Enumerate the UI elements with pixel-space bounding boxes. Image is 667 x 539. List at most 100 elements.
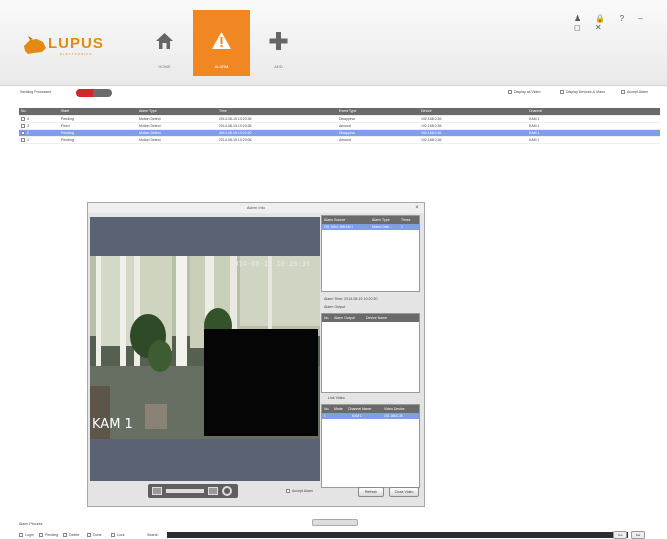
record-icon[interactable] bbox=[208, 487, 218, 495]
cell-event-type: Disappear bbox=[339, 117, 355, 121]
dialog-title: Alarm Info bbox=[88, 203, 424, 213]
alarm-time-label: Alarm Time: 2014-08-15 10:20:20 bbox=[324, 297, 378, 301]
cell-no: 4 bbox=[27, 117, 29, 121]
cell-device: 192.168.0.36 bbox=[384, 414, 403, 418]
window-controls[interactable]: ♟ 🔒 ? – ◻ ✕ bbox=[574, 14, 662, 32]
display-all-video-option[interactable]: Display all Video bbox=[508, 90, 541, 95]
cell-event-type: Amount bbox=[339, 138, 352, 142]
option-label: Pending bbox=[45, 533, 59, 537]
playback-controls bbox=[148, 484, 238, 498]
col-header: No. bbox=[21, 109, 27, 113]
cell-alarm-type: Motion Detect bbox=[139, 138, 161, 142]
logo-text: LUPUS bbox=[48, 35, 104, 52]
nav-home[interactable]: HOME bbox=[136, 10, 193, 76]
cell-alarm-type: Motion Detect bbox=[139, 117, 161, 121]
search-field[interactable] bbox=[167, 532, 628, 538]
link-video-row[interactable]: 1 KAM 1 192.168.0.36 bbox=[322, 413, 419, 419]
cell-no: 2 bbox=[27, 131, 29, 135]
add-icon bbox=[269, 32, 288, 50]
cell-state: Pending bbox=[61, 117, 74, 121]
display-devices-video-option[interactable]: Display Devices & Video bbox=[560, 90, 605, 95]
home-icon bbox=[156, 33, 173, 49]
accept-alarm-label: Accept Alarm bbox=[627, 90, 649, 94]
col-header: Alarm Source bbox=[324, 218, 346, 222]
option-login[interactable]: Login bbox=[19, 533, 34, 538]
nav-alarm[interactable]: ALARM bbox=[193, 10, 250, 76]
cell-time: 2014-08-15 10:20:06 bbox=[219, 138, 252, 142]
nav-add[interactable]: ADD bbox=[250, 10, 307, 76]
col-header: State bbox=[61, 109, 70, 113]
table-row[interactable]: 3 Fixed Motion Detect 2014-08-15 10:20:2… bbox=[19, 123, 660, 130]
snapshot-icon[interactable] bbox=[152, 487, 162, 495]
option-label: Delete bbox=[69, 533, 80, 537]
cell-alarm-type: Motion Detect bbox=[139, 131, 161, 135]
option-delete[interactable]: Delete bbox=[63, 533, 80, 538]
cell-channel: KAM 1 bbox=[529, 117, 540, 121]
cell-no: 1 bbox=[324, 414, 326, 418]
col-header: Channel Name bbox=[348, 407, 372, 411]
accept-alarm-option[interactable]: Accept Alarm bbox=[621, 90, 649, 95]
cell-no: 3 bbox=[27, 124, 29, 128]
table-row[interactable]: 1 Pending Motion Detect 2014-08-15 10:20… bbox=[19, 137, 660, 144]
alarm-icon bbox=[212, 32, 231, 49]
alarm-source-panel: Alarm Source Alarm Type Times 192.168.0.… bbox=[321, 215, 420, 292]
alarm-table: No. State Alarm Type Time Event Type Dev… bbox=[19, 108, 660, 144]
cell-alarm-type: Motion Detect bbox=[139, 124, 161, 128]
nav-alarm-label: ALARM bbox=[214, 64, 229, 69]
col-header: Times bbox=[401, 218, 411, 222]
alarm-source-header: Alarm Source Alarm Type Times bbox=[322, 216, 419, 224]
col-header: Device bbox=[421, 109, 432, 113]
refresh-button[interactable]: Refresh bbox=[358, 487, 384, 497]
cell-no: 1 bbox=[27, 138, 29, 142]
logo-subtext: ELECTRONICS bbox=[60, 52, 93, 56]
option-pending[interactable]: Pending bbox=[39, 533, 59, 538]
col-header: Video Device bbox=[384, 407, 405, 411]
option-label: Login bbox=[25, 533, 34, 537]
accept-alarm-dialog-label: Accept Alarm bbox=[292, 489, 314, 493]
link-video-panel: No. Mode Channel Name Video Device 1 KAM… bbox=[321, 404, 420, 488]
option-lock[interactable]: Lock bbox=[111, 533, 125, 538]
col-header: Channel bbox=[529, 109, 543, 113]
option-label: Done bbox=[93, 533, 102, 537]
col-header: No. bbox=[324, 407, 330, 411]
cell-state: Pending bbox=[61, 131, 74, 135]
checkbox[interactable] bbox=[286, 489, 290, 494]
col-header: No. bbox=[324, 316, 330, 320]
option-done[interactable]: Done bbox=[87, 533, 102, 538]
alarm-toolbar: Sending Processed Display all Video Disp… bbox=[20, 89, 660, 102]
accept-alarm-dialog-option[interactable]: Accept Alarm bbox=[286, 489, 314, 494]
alarm-info-dialog: Alarm Info × 2014-08-15 10:20:39 KAM 1 A… bbox=[87, 202, 425, 507]
table-row-selected[interactable]: 2 Pending Motion Detect 2014-08-15 10:20… bbox=[19, 130, 660, 137]
cell-times: 1 bbox=[401, 225, 403, 229]
alarm-output-label: Alarm Output bbox=[324, 305, 346, 309]
sending-processed-label: Sending Processed bbox=[20, 90, 52, 94]
col-header: Device Name bbox=[366, 316, 388, 320]
cell-device: 192.168.0.36 bbox=[421, 138, 442, 142]
cell-device: 192.168.0.36 bbox=[421, 131, 442, 135]
lupus-logo: LUPUS ELECTRONICS bbox=[22, 34, 122, 58]
cell-channel: KAM 1 bbox=[529, 131, 540, 135]
alarm-output-panel: No. Alarm Output Device Name bbox=[321, 313, 420, 393]
osd-timestamp: 2014-08-15 10:20:39 bbox=[230, 260, 311, 268]
col-header: Time bbox=[219, 109, 227, 113]
display-all-video-label: Display all Video bbox=[514, 90, 541, 94]
privacy-mask bbox=[204, 329, 318, 436]
cell-event-type: Amount bbox=[339, 124, 352, 128]
sending-toggle[interactable] bbox=[76, 89, 112, 97]
close-video-button[interactable]: Close Video bbox=[389, 487, 419, 497]
cell-event-type: Disappear bbox=[339, 131, 355, 135]
checkbox[interactable] bbox=[560, 90, 564, 95]
checkbox[interactable] bbox=[508, 90, 512, 95]
col-header: Alarm Type bbox=[139, 109, 157, 113]
table-row[interactable]: 4 Pending Motion Detect 2014-08-15 10:20… bbox=[19, 116, 660, 123]
nav-home-label: HOME bbox=[158, 64, 171, 69]
alarm-source-row[interactable]: 192.168.0.36/KAM 1 Motion Dete... 1 bbox=[322, 224, 419, 230]
checkbox[interactable] bbox=[621, 90, 625, 95]
camera-label: KAM 1 bbox=[92, 417, 133, 432]
cell-time: 2014-08-15 10:20:28 bbox=[219, 124, 252, 128]
refresh-icon[interactable] bbox=[222, 486, 232, 496]
volume-slider[interactable] bbox=[166, 489, 204, 493]
col-header: Alarm Output bbox=[334, 316, 355, 320]
search-label: Search bbox=[147, 533, 159, 537]
dialog-close-button[interactable]: × bbox=[412, 203, 422, 213]
